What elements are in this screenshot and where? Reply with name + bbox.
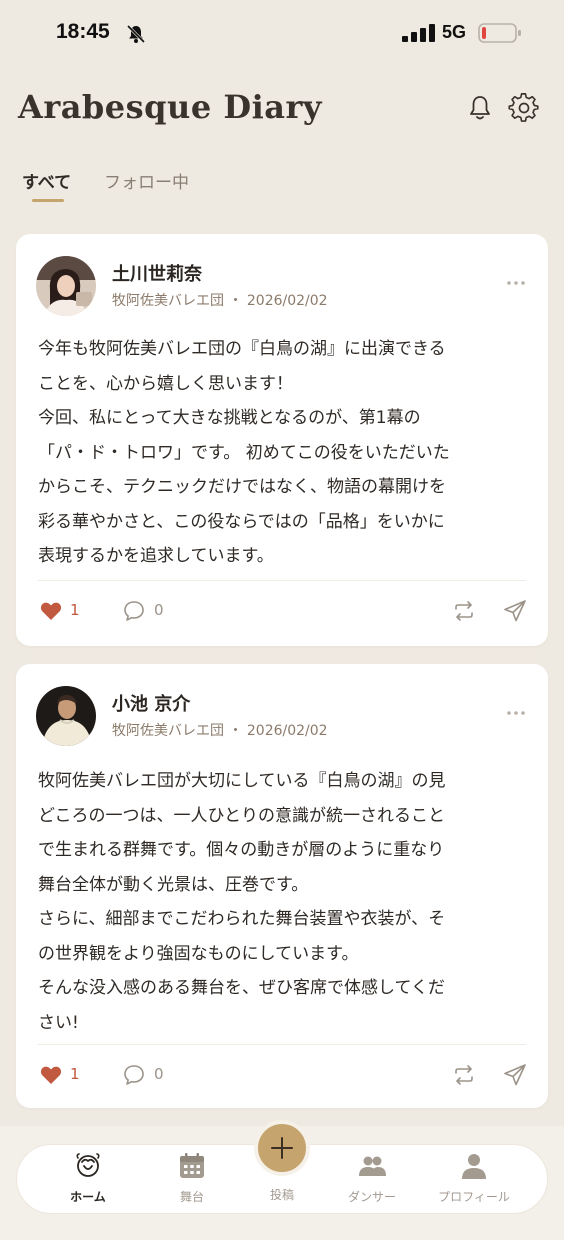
tab-following[interactable]: フォロー中: [104, 168, 189, 193]
nav-stage[interactable]: 舞台: [144, 1152, 240, 1212]
repost-icon[interactable]: [452, 601, 476, 621]
status-bar: 18:45 5G: [0, 0, 564, 70]
signal-icon: [402, 24, 435, 42]
nav-profile-label: プロフィール: [438, 1190, 510, 1204]
post-text: 今年も牧阿佐美バレエ団の『白鳥の湖』に出演できる ことを、心から嬉しく思います！…: [38, 339, 450, 566]
comment-icon[interactable]: [122, 1063, 146, 1087]
author-meta: 牧阿佐美バレエ団 ・ 2026/02/02: [112, 293, 328, 309]
comment-icon[interactable]: [122, 599, 146, 623]
like-count: 1: [70, 1065, 80, 1083]
active-tab-indicator: [32, 199, 64, 202]
app-title: Arabesque Diary: [18, 88, 322, 126]
battery-icon: [478, 23, 521, 43]
post-text: 牧阿佐美バレエ団が大切にしている『白鳥の湖』の見 どころの一つは、一人ひとりの意…: [38, 771, 446, 1033]
post-button[interactable]: [254, 1120, 310, 1176]
tab-all[interactable]: すべて: [22, 168, 71, 193]
calendar-icon: [180, 1153, 204, 1178]
author-name[interactable]: 土川世莉奈: [112, 260, 202, 286]
comment-count: 0: [154, 601, 164, 619]
bell-icon[interactable]: [464, 92, 496, 124]
more-dots-icon[interactable]: [506, 708, 526, 718]
person-icon: [462, 1154, 486, 1179]
post-card[interactable]: 土川世莉奈 牧阿佐美バレエ団 ・ 2026/02/02 今年も牧阿佐美バレエ団の…: [16, 234, 548, 646]
nav-dancer-label: ダンサー: [347, 1190, 396, 1204]
network-type: 5G: [442, 22, 467, 42]
nav-dancer[interactable]: ダンサー: [324, 1152, 420, 1212]
bell-off-icon: [126, 24, 146, 44]
nav-profile[interactable]: プロフィール: [426, 1152, 522, 1212]
nav-stage-label: 舞台: [179, 1190, 204, 1204]
divider: [38, 580, 526, 581]
author-name[interactable]: 小池 京介: [112, 690, 190, 716]
post-actions: 1 0: [38, 596, 528, 626]
nav-home[interactable]: ホーム: [40, 1152, 136, 1212]
avatar[interactable]: [36, 686, 96, 746]
post-actions: 1 0: [38, 1060, 528, 1090]
author-meta: 牧阿佐美バレエ団 ・ 2026/02/02: [112, 723, 328, 739]
status-time: 18:45: [56, 20, 110, 43]
like-count: 1: [70, 601, 80, 619]
post-card[interactable]: 小池 京介 牧阿佐美バレエ団 ・ 2026/02/02 牧阿佐美バレエ団が大切に…: [16, 664, 548, 1108]
people-icon: [359, 1156, 386, 1176]
home-logo-icon: [76, 1153, 100, 1177]
plus-icon: [271, 1137, 293, 1159]
divider: [38, 1044, 526, 1045]
comment-count: 0: [154, 1065, 164, 1083]
nav-home-label: ホーム: [70, 1190, 106, 1204]
more-dots-icon[interactable]: [506, 278, 526, 288]
send-icon[interactable]: [502, 598, 528, 624]
avatar[interactable]: [36, 256, 96, 316]
send-icon[interactable]: [502, 1062, 528, 1088]
nav-post-label[interactable]: 投稿: [252, 1186, 312, 1203]
heart-icon[interactable]: [40, 1065, 62, 1085]
repost-icon[interactable]: [452, 1065, 476, 1085]
heart-icon[interactable]: [40, 601, 62, 621]
gear-icon[interactable]: [508, 92, 540, 124]
